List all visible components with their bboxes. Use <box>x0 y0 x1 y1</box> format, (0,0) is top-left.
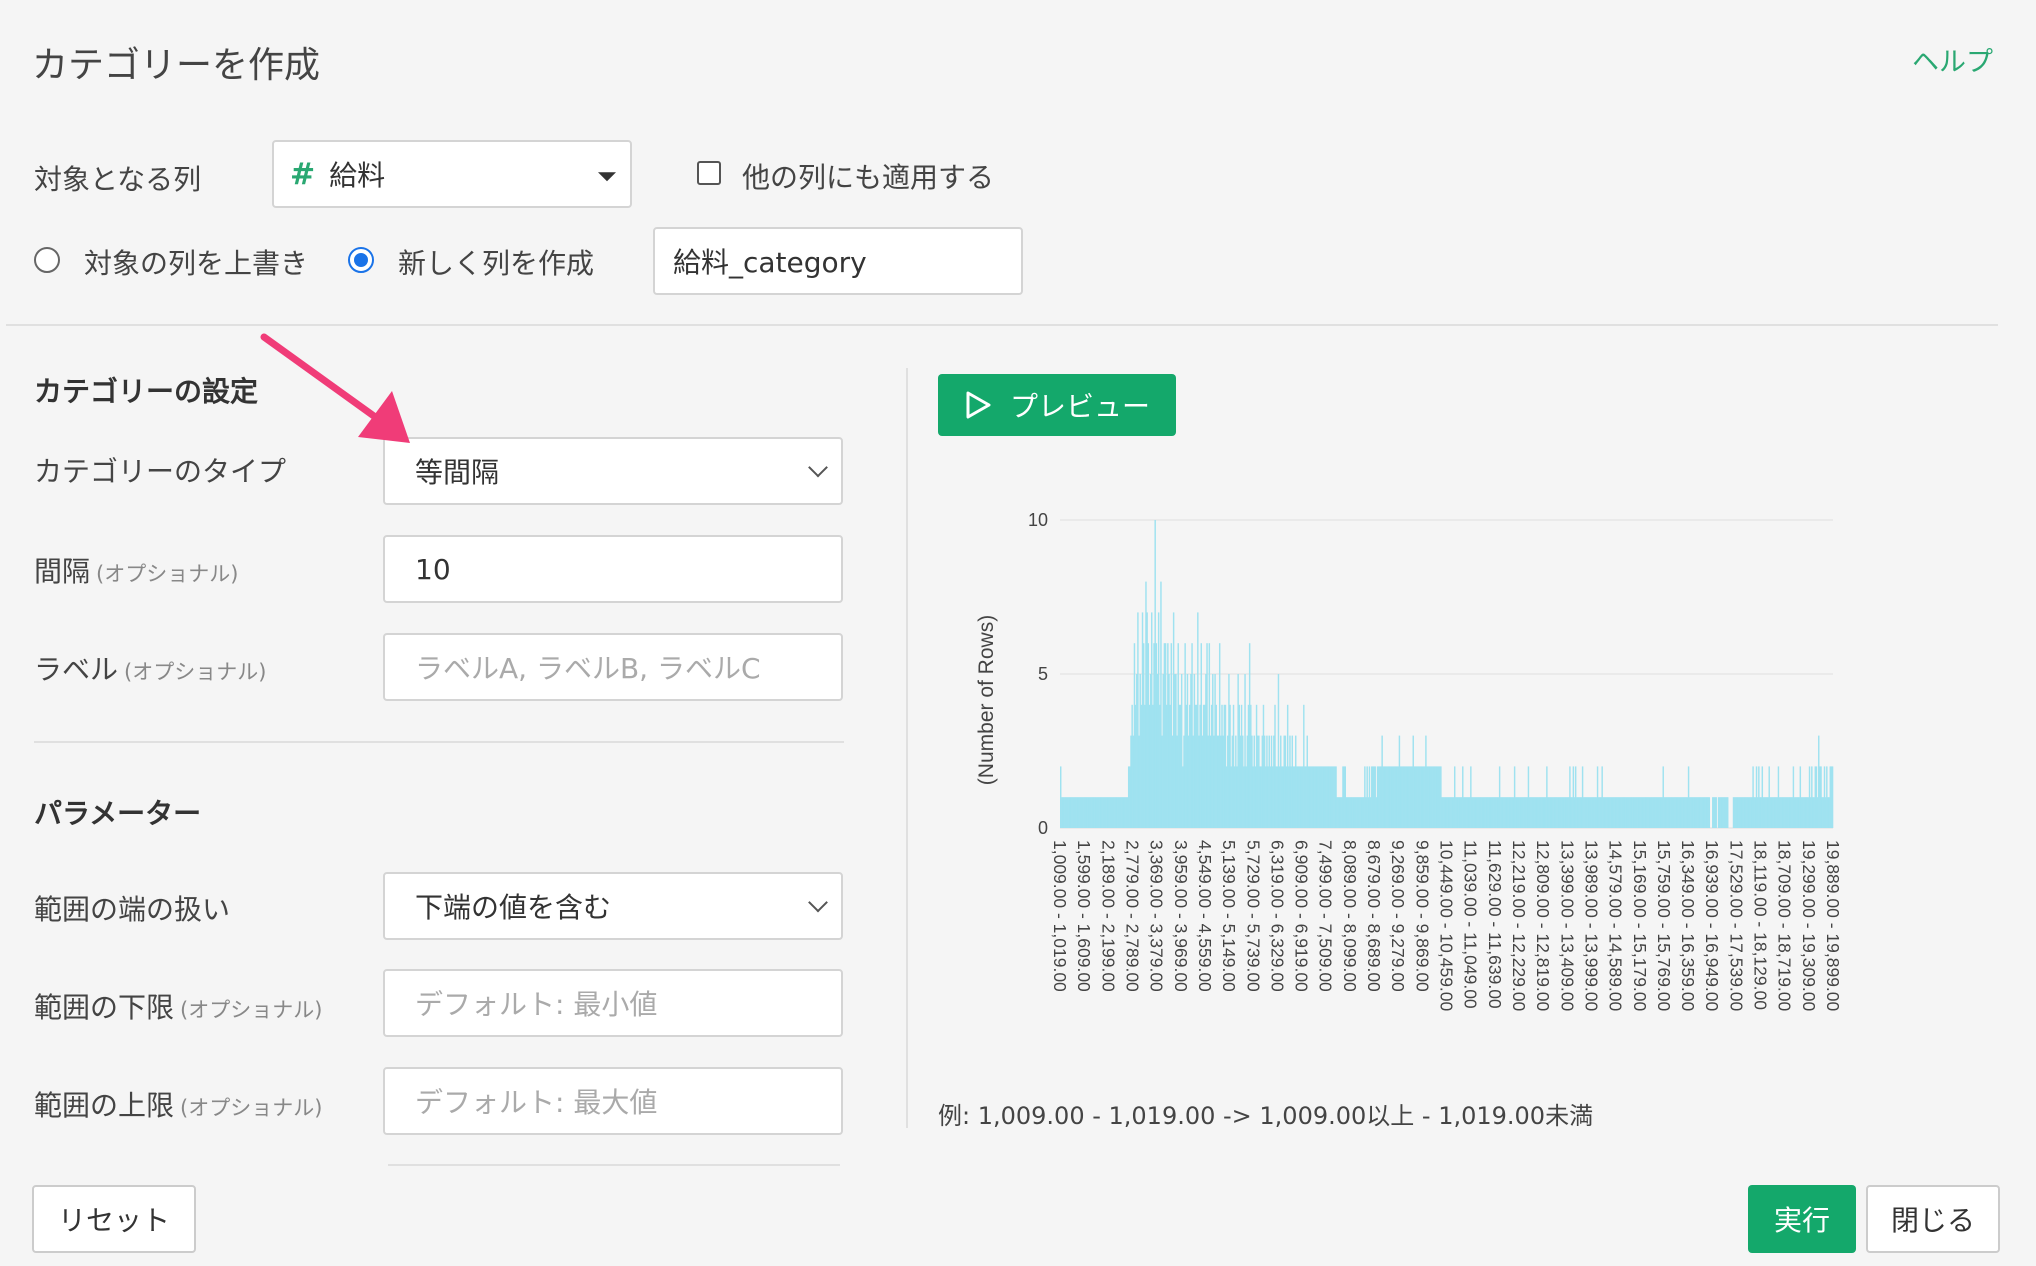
annotation-arrow-icon <box>260 333 410 443</box>
target-column-value: 給料 <box>329 159 386 192</box>
play-icon <box>966 391 991 419</box>
x-tick-label: 3,369.00 - 3,379.00 <box>1147 840 1167 992</box>
new-column-name-input[interactable]: 給料_category <box>653 227 1023 295</box>
overwrite-label: 対象の列を上書き <box>84 247 309 280</box>
histogram-bar <box>1715 797 1717 828</box>
x-tick-label: 18,119.00 - 18,129.00 <box>1751 840 1771 1010</box>
target-column-label: 対象となる列 <box>34 163 202 196</box>
preview-button-label: プレビュー <box>1009 390 1150 423</box>
dialog-title: カテゴリーを作成 <box>32 45 321 86</box>
partial-field-edge <box>388 1164 840 1166</box>
upper-bound-optional: (オプショナル) <box>180 1096 323 1120</box>
x-tick-label: 12,219.00 - 12,229.00 <box>1509 840 1529 1012</box>
chevron-down-icon <box>808 457 828 478</box>
x-tick-label: 13,989.00 - 13,999.00 <box>1581 840 1601 1012</box>
histogram-bar <box>1727 797 1729 828</box>
help-link[interactable]: ヘルプ <box>1912 40 1993 79</box>
example-note: 例: 1,009.00 - 1,019.00 -> 1,009.00以上 - 1… <box>938 1102 1594 1130</box>
x-tick-label: 15,169.00 - 15,179.00 <box>1630 840 1650 1012</box>
x-tick-label: 5,139.00 - 5,149.00 <box>1219 840 1239 992</box>
x-tick-label: 19,299.00 - 19,309.00 <box>1799 840 1819 1012</box>
x-tick-label: 2,779.00 - 2,789.00 <box>1122 840 1142 992</box>
x-tick-label: 11,629.00 - 11,639.00 <box>1485 840 1505 1009</box>
histogram-chart: 0510(Number of Rows)1,009.00 - 1,019.00 1… <box>975 510 1843 1012</box>
x-tick-label: 11,039.00 - 11,049.00 <box>1461 840 1481 1009</box>
x-tick-label: 13,399.00 - 13,409.00 <box>1557 840 1577 1012</box>
upper-bound-input[interactable]: デフォルト: 最大値 <box>383 1067 843 1135</box>
y-tick-label: 0 <box>1038 818 1048 838</box>
overwrite-radio[interactable] <box>34 247 60 273</box>
category-type-label: カテゴリーのタイプ <box>34 455 287 488</box>
upper-bound-text: 範囲の上限 <box>34 1089 175 1122</box>
close-button[interactable]: 閉じる <box>1866 1185 2000 1253</box>
edge-handling-value: 下端の値を含む <box>415 891 612 924</box>
edge-handling-select[interactable]: 下端の値を含む <box>383 872 843 940</box>
new-column-label: 新しく列を作成 <box>398 247 595 280</box>
x-tick-label: 1,009.00 - 1,019.00 <box>1050 840 1070 992</box>
reset-button[interactable]: リセット <box>32 1185 196 1253</box>
apply-other-checkbox[interactable] <box>697 161 721 185</box>
label-field-label: ラベル (オプショナル) <box>34 648 266 688</box>
y-tick-label: 5 <box>1038 664 1048 684</box>
lower-bound-input[interactable]: デフォルト: 最小値 <box>383 969 843 1037</box>
x-tick-label: 7,499.00 - 7,509.00 <box>1316 840 1336 992</box>
x-tick-label: 16,939.00 - 16,949.00 <box>1702 840 1722 1012</box>
chevron-down-icon <box>808 892 828 913</box>
x-tick-label: 6,319.00 - 6,329.00 <box>1267 840 1287 992</box>
x-tick-label: 8,679.00 - 8,689.00 <box>1364 840 1384 992</box>
x-tick-label: 15,759.00 - 15,769.00 <box>1654 840 1674 1012</box>
x-tick-label: 9,269.00 - 9,279.00 <box>1388 840 1408 992</box>
label-field-text: ラベル <box>34 653 119 686</box>
interval-label: 間隔 (オプショナル) <box>34 550 238 590</box>
y-axis-label: (Number of Rows) <box>975 615 998 785</box>
parameters-heading: パラメーター <box>34 797 202 830</box>
upper-bound-label: 範囲の上限 (オプショナル) <box>34 1084 322 1124</box>
x-tick-label: 3,959.00 - 3,969.00 <box>1171 840 1191 992</box>
lower-bound-label: 範囲の下限 (オプショナル) <box>34 986 322 1026</box>
numeric-column-icon: # <box>290 156 316 192</box>
x-tick-label: 5,729.00 - 5,739.00 <box>1243 840 1263 992</box>
x-tick-label: 18,709.00 - 18,719.00 <box>1775 840 1795 1012</box>
x-tick-label: 6,909.00 - 6,919.00 <box>1292 840 1312 992</box>
lower-bound-text: 範囲の下限 <box>34 991 175 1024</box>
preview-button[interactable]: プレビュー <box>938 374 1176 436</box>
caret-down-icon <box>598 172 616 182</box>
histogram-bar <box>1708 797 1711 828</box>
category-type-select[interactable]: 等間隔 <box>383 437 843 505</box>
x-tick-label: 17,529.00 - 17,539.00 <box>1726 840 1746 1012</box>
x-tick-label: 19,889.00 - 19,899.00 <box>1823 840 1843 1012</box>
histogram-bar <box>1831 766 1834 828</box>
x-tick-label: 12,809.00 - 12,819.00 <box>1533 840 1553 1012</box>
lower-bound-optional: (オプショナル) <box>180 998 323 1022</box>
run-button[interactable]: 実行 <box>1748 1185 1856 1253</box>
x-tick-label: 1,599.00 - 1,609.00 <box>1074 840 1094 992</box>
x-tick-label: 2,189.00 - 2,199.00 <box>1098 840 1118 992</box>
label-optional: (オプショナル) <box>124 660 267 684</box>
panel-divider <box>906 368 908 1128</box>
label-input[interactable]: ラベルA, ラベルB, ラベルC <box>383 633 843 701</box>
category-settings-heading: カテゴリーの設定 <box>34 375 259 408</box>
x-tick-label: 10,449.00 - 10,459.00 <box>1437 840 1457 1012</box>
x-tick-label: 14,579.00 - 14,589.00 <box>1606 840 1626 1012</box>
y-tick-label: 10 <box>1028 510 1048 530</box>
interval-optional: (オプショナル) <box>96 562 239 586</box>
x-tick-label: 9,859.00 - 9,869.00 <box>1412 840 1432 992</box>
x-tick-label: 4,549.00 - 4,559.00 <box>1195 840 1215 992</box>
edge-handling-label: 範囲の端の扱い <box>34 893 231 926</box>
apply-other-label: 他の列にも適用する <box>742 161 995 194</box>
interval-input[interactable]: 10 <box>383 535 843 603</box>
x-tick-label: 8,089.00 - 8,099.00 <box>1340 840 1360 992</box>
section-divider <box>34 741 844 743</box>
target-column-select[interactable]: # 給料 <box>272 140 632 208</box>
interval-label-text: 間隔 <box>34 555 91 588</box>
new-column-radio[interactable] <box>348 247 374 273</box>
x-tick-label: 16,349.00 - 16,359.00 <box>1678 840 1698 1012</box>
